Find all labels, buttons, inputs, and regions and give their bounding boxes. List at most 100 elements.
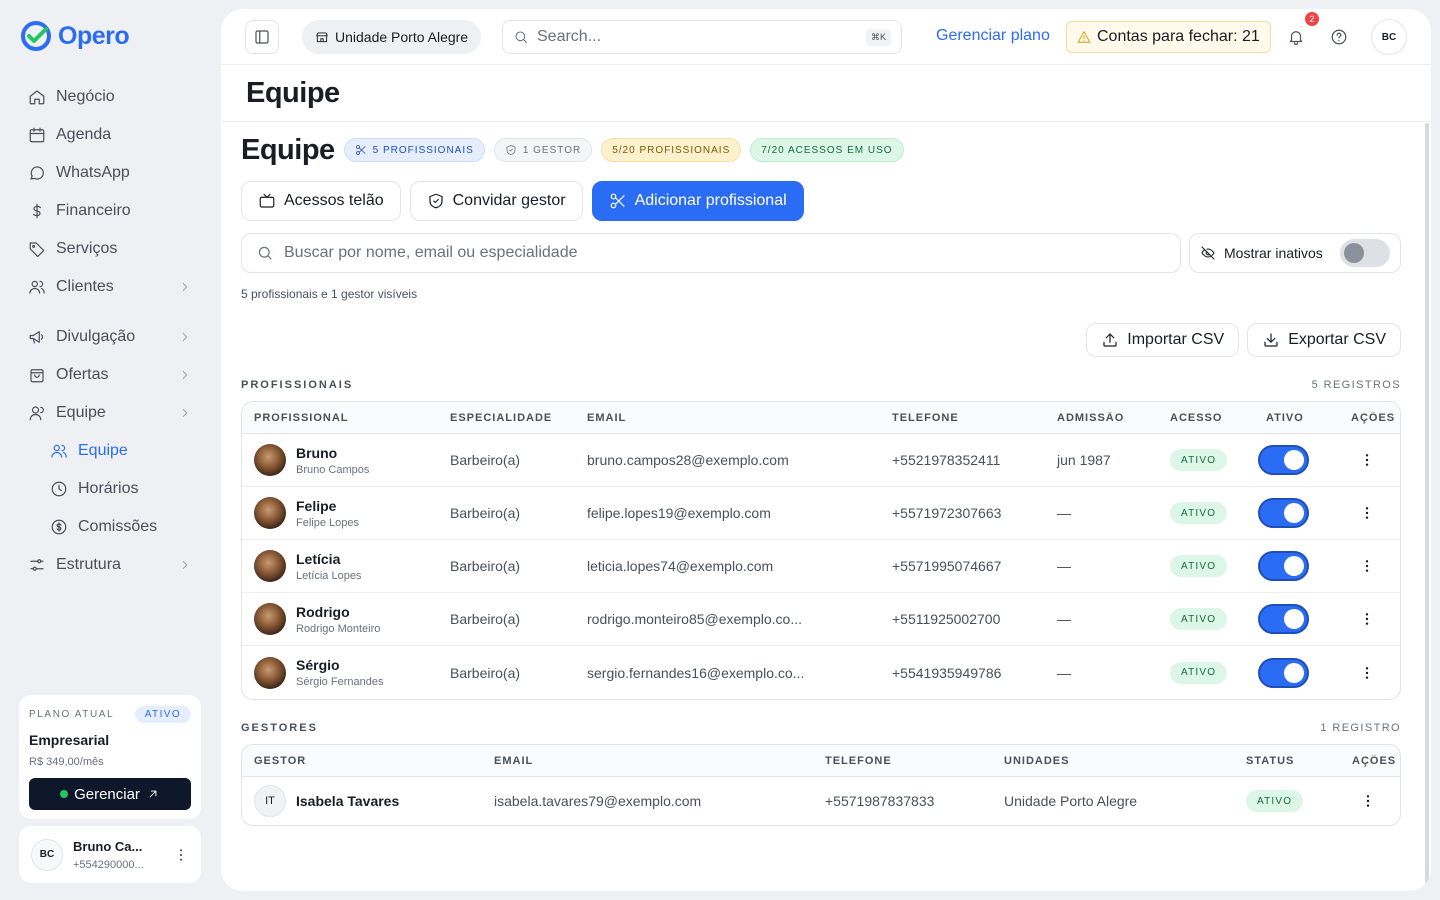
sidebar-item-label: Divulgação <box>56 328 136 345</box>
phone-cell: +5511925002700 <box>892 611 1001 627</box>
shield-icon <box>506 145 516 155</box>
show-inactive-toggle[interactable]: Mostrar inativos <box>1189 233 1401 273</box>
sidebar-item-divulgacao[interactable]: Divulgação <box>18 318 202 356</box>
add-professional-button[interactable]: Adicionar profissional <box>591 181 804 221</box>
professional-name: Letícia <box>296 550 341 567</box>
actions-cell <box>1339 611 1399 627</box>
team-search-input[interactable]: Buscar por nome, email ou especialidade <box>241 233 1181 273</box>
column-header[interactable]: ACESSO <box>1158 412 1254 424</box>
sidebar-subitem-equipe[interactable]: Equipe <box>18 432 202 470</box>
global-search-input[interactable]: Search... ⌘K <box>502 20 902 54</box>
sidebar-item-financeiro[interactable]: Financeiro <box>18 192 202 230</box>
scrollbar[interactable] <box>1425 123 1429 883</box>
sidebar-item-negocio[interactable]: Negócio <box>18 78 202 116</box>
sidebar: Opero Negócio Agenda WhatsApp Financeiro… <box>0 0 220 900</box>
column-header[interactable]: PROFISSIONAL <box>242 412 438 424</box>
table-row[interactable]: IT Isabela Tavares isabela.tavares79@exe… <box>242 777 1400 825</box>
sidebar-item-clientes[interactable]: Clientes <box>18 268 202 306</box>
tv-access-button[interactable]: Acessos telão <box>241 181 401 221</box>
column-header[interactable]: ATIVO <box>1254 412 1339 424</box>
manage-plan-button[interactable]: Gerenciar <box>29 778 191 810</box>
more-vertical-icon[interactable] <box>1360 793 1376 809</box>
sidebar-item-ofertas[interactable]: Ofertas <box>18 356 202 394</box>
more-vertical-icon[interactable] <box>1359 611 1375 627</box>
toggle-sidebar-button[interactable] <box>245 20 279 54</box>
active-toggle[interactable] <box>1258 604 1309 634</box>
toggle-switch[interactable] <box>1340 239 1390 267</box>
sidebar-item-whatsapp[interactable]: WhatsApp <box>18 154 202 192</box>
table-row[interactable]: Rodrigo Rodrigo Monteiro Barbeiro(a) rodr… <box>242 593 1400 646</box>
column-header[interactable]: UNIDADES <box>992 755 1234 767</box>
action-buttons: Acessos telão Convidar gestor Adicionar … <box>241 181 1401 221</box>
export-csv-button[interactable]: Exportar CSV <box>1247 323 1401 357</box>
more-vertical-icon[interactable] <box>1359 505 1375 521</box>
logo[interactable]: Opero <box>20 20 130 52</box>
more-vertical-icon[interactable] <box>1359 452 1375 468</box>
phone-cell: +5571972307663 <box>892 505 1002 521</box>
units-cell: Unidade Porto Alegre <box>1004 793 1138 809</box>
admission-cell: — <box>1057 505 1071 521</box>
active-toggle[interactable] <box>1258 551 1309 581</box>
sidebar-item-estrutura[interactable]: Estrutura <box>18 546 202 584</box>
notification-count-badge: 2 <box>1305 12 1319 26</box>
avatar <box>254 656 286 689</box>
invite-manager-button[interactable]: Convidar gestor <box>409 181 583 221</box>
scissors-icon <box>610 193 625 209</box>
professional-cell: Sérgio Sérgio Fernandes <box>242 656 438 689</box>
column-header[interactable]: EMAIL <box>575 412 880 424</box>
accounts-to-close-label: Contas para fechar: 21 <box>1097 28 1260 45</box>
column-header[interactable]: STATUS <box>1234 755 1340 767</box>
accounts-to-close-button[interactable]: Contas para fechar: 21 <box>1066 21 1271 53</box>
table-row[interactable]: Letícia Letícia Lopes Barbeiro(a) leticia… <box>242 540 1400 593</box>
manage-plan-label: Gerenciar <box>74 785 140 803</box>
table-row[interactable]: Bruno Bruno Campos Barbeiro(a) bruno.camp… <box>242 434 1400 487</box>
user-card[interactable]: BC Bruno Ca... +554290000... <box>19 826 201 883</box>
sidebar-item-label: Ofertas <box>56 366 109 383</box>
access-cell: ATIVO <box>1158 661 1254 684</box>
badge-label: 1 GESTOR <box>522 144 582 156</box>
shield-icon <box>429 193 443 209</box>
more-vertical-icon[interactable] <box>1359 665 1375 681</box>
table-row[interactable]: Felipe Felipe Lopes Barbeiro(a) felipe.lo… <box>242 487 1400 540</box>
chat-bubble-icon <box>30 166 44 180</box>
manage-plan-link[interactable]: Gerenciar plano <box>936 27 1050 45</box>
professionals-section-header: PROFISSIONAIS 5 REGISTROS <box>241 379 1401 391</box>
more-vertical-icon[interactable] <box>173 847 189 863</box>
avatar: BC <box>31 838 63 871</box>
sidebar-item-label: Clientes <box>56 278 114 295</box>
shopping-bag-icon <box>30 369 44 383</box>
column-header[interactable]: TELEFONE <box>880 412 1045 424</box>
sidebar-subitem-comissoes[interactable]: Comissões <box>18 508 202 546</box>
sidebar-item-label: WhatsApp <box>56 164 130 181</box>
sidebar-item-agenda[interactable]: Agenda <box>18 116 202 154</box>
search-icon <box>258 246 272 260</box>
column-header[interactable]: EMAIL <box>482 755 813 767</box>
sidebar-item-equipe[interactable]: Equipe <box>18 394 202 432</box>
column-header[interactable]: ADMISSÃO <box>1045 412 1158 424</box>
more-vertical-icon[interactable] <box>1359 558 1375 574</box>
professional-fullname: Sérgio Fernandes <box>296 676 384 688</box>
sidebar-subitem-horarios[interactable]: Horários <box>18 470 202 508</box>
help-icon[interactable] <box>1330 28 1348 46</box>
column-header[interactable]: GESTOR <box>242 755 482 767</box>
sidebar-item-label: Equipe <box>78 442 128 459</box>
import-csv-button[interactable]: Importar CSV <box>1086 323 1240 357</box>
active-toggle[interactable] <box>1258 498 1309 528</box>
search-icon <box>515 31 527 43</box>
professional-fullname: Felipe Lopes <box>296 516 359 529</box>
column-header[interactable]: ESPECIALIDADE <box>438 412 575 424</box>
table-row[interactable]: Sérgio Sérgio Fernandes Barbeiro(a) sergi… <box>242 646 1400 699</box>
sidebar-item-servicos[interactable]: Serviços <box>18 230 202 268</box>
table-header: PROFISSIONAL ESPECIALIDADE EMAIL TELEFON… <box>242 402 1400 434</box>
email-cell: bruno.campos28@exemplo.com <box>587 452 789 468</box>
active-toggle[interactable] <box>1258 657 1309 688</box>
avatar[interactable]: BC <box>1371 19 1407 55</box>
megaphone-icon <box>29 331 44 344</box>
column-header[interactable]: TELEFONE <box>813 755 992 767</box>
button-label: Acessos telão <box>284 192 384 209</box>
unit-selector[interactable]: Unidade Porto Alegre <box>302 20 482 54</box>
sidebar-item-label: Comissões <box>78 518 158 535</box>
bell-icon[interactable] <box>1287 28 1305 46</box>
active-toggle[interactable] <box>1258 445 1309 475</box>
sidebar-item-label: Negócio <box>56 88 115 105</box>
